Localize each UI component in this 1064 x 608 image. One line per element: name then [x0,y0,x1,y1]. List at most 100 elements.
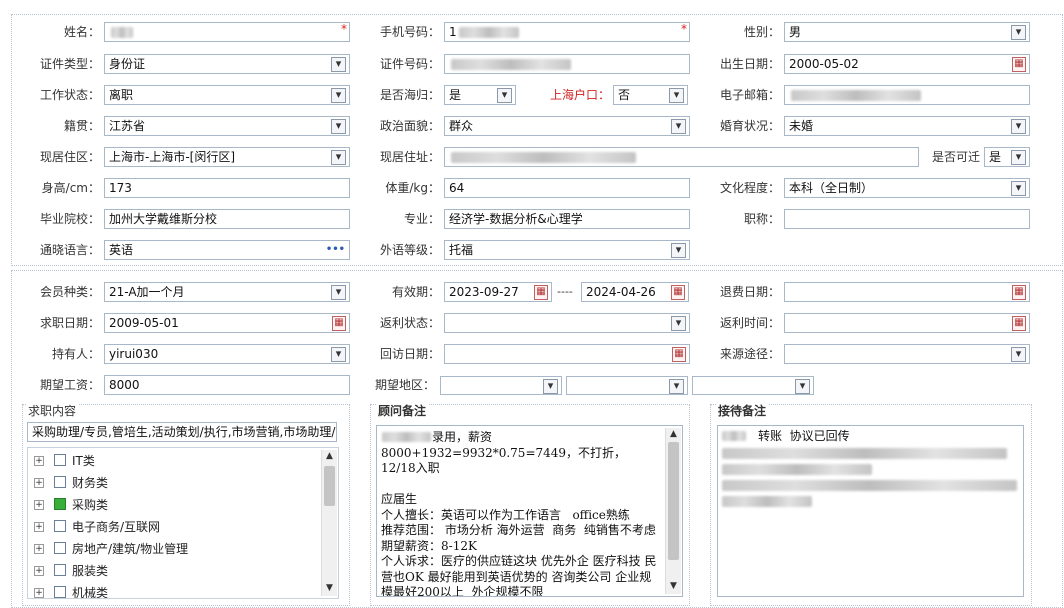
tree-checkbox[interactable] [54,520,66,532]
tree-item[interactable]: + 财务类 [34,474,314,492]
native-place-value: 江苏省 [109,119,146,133]
expand-icon[interactable]: + [34,522,44,532]
job-content-summary-value: 采购助理/专员,管培生,活动策划/执行,市场营销,市场助理/专员 [32,425,337,439]
gender-select[interactable]: 男 [784,22,1030,42]
birth-date-picker[interactable]: 2000-05-02 [784,54,1030,74]
advisor-note-scrollbar[interactable]: ▲ ▼ [665,428,681,594]
work-status-label: 工作状态： [39,88,100,102]
school-value: 加州大学戴维斯分校 [109,212,218,226]
marital-select[interactable]: 未婚 [784,116,1030,136]
expected-salary-label: 期望工资： [39,378,100,392]
gender-value: 男 [789,25,802,39]
job-date-picker[interactable]: 2009-05-01 [104,313,350,333]
expand-icon[interactable]: + [34,588,44,598]
expected-region-label: 期望地区： [374,378,435,392]
shanghai-hukou-label: 上海户口： [549,88,610,102]
job-content-summary-input[interactable]: 采购助理/专员,管培生,活动策划/执行,市场营销,市场助理/专员 [27,422,337,442]
relocate-select[interactable]: 是 [984,147,1030,167]
phone-input[interactable]: 1 [444,22,690,42]
political-select[interactable]: 群众 [444,116,690,136]
height-value: 173 [109,181,132,195]
tree-item[interactable]: + 机械类 [34,584,314,598]
email-input[interactable] [784,85,1030,105]
residence-area-select[interactable]: 上海市-上海市-[闵行区] [104,147,350,167]
tree-checkbox[interactable] [54,454,66,466]
tree-checkbox[interactable] [54,542,66,554]
tree-checkbox[interactable] [54,564,66,576]
tree-item[interactable]: + 采购类 [34,496,314,514]
rebate-status-select[interactable] [444,313,690,333]
id-no-input[interactable] [444,54,690,74]
returnee-value: 是 [449,88,462,102]
tree-item[interactable]: + 房地产/建筑/物业管理 [34,540,314,558]
expand-icon[interactable]: + [34,566,44,576]
source-select[interactable] [784,344,1030,364]
validity-separator: ---- [557,285,573,298]
advisor-note-textarea[interactable]: 录用，薪资8000+1932=9932*0.75=7449，不打折， 12/18… [376,425,683,597]
advisor-scroll-thumb[interactable] [668,442,679,560]
expected-salary-input[interactable]: 8000 [104,375,350,395]
expand-icon[interactable]: + [34,456,44,466]
major-value: 经济学-数据分析&心理学 [449,212,583,226]
name-input[interactable] [104,22,350,42]
native-place-label: 籍贯： [63,119,100,133]
scroll-down-icon[interactable]: ▼ [322,582,337,594]
id-type-select[interactable]: 身份证 [104,54,350,74]
validity-start-picker[interactable]: 2023-09-27 [444,282,552,302]
rebate-time-picker[interactable] [784,313,1030,333]
height-input[interactable]: 173 [104,178,350,198]
expand-icon[interactable]: + [34,500,44,510]
scroll-up-icon[interactable]: ▲ [322,450,337,462]
job-title-input[interactable] [784,209,1030,229]
tree-checkbox[interactable] [54,586,66,598]
work-status-value: 离职 [109,88,134,102]
education-label: 文化程度： [719,181,780,195]
tree-checkbox[interactable] [54,498,66,510]
region-district-select[interactable] [692,376,814,395]
name-required-mark: * [341,22,347,36]
job-category-tree: + IT类 + 财务类 + 采购类 + 电子商务/互联网 + 房地产/建筑/物业管理 + 服装类 + 机械… [27,447,339,599]
education-select[interactable]: 本科（全日制） [784,178,1030,198]
weight-value: 64 [449,181,465,195]
validity-end-picker[interactable]: 2024-04-26 [581,282,689,302]
foreign-level-select[interactable]: 托福 [444,240,690,260]
region-city-select[interactable] [566,376,688,395]
holder-select[interactable]: yirui030 [104,344,350,364]
advisor-scroll-down-icon[interactable]: ▼ [666,580,681,592]
refund-date-picker[interactable] [784,282,1030,302]
language-more-button[interactable]: ••• [326,241,345,259]
native-place-select[interactable]: 江苏省 [104,116,350,136]
address-input[interactable] [444,147,919,167]
shanghai-hukou-select[interactable]: 否 [613,85,688,105]
source-label: 来源途径： [719,347,780,361]
advisor-scroll-up-icon[interactable]: ▲ [666,428,681,440]
tree-item[interactable]: + 电子商务/互联网 [34,518,314,536]
education-value: 本科（全日制） [789,181,874,195]
tree-item-label: IT类 [72,454,95,468]
advisor-note-text: 录用，薪资8000+1932=9932*0.75=7449，不打折， 12/18… [381,430,657,597]
tree-checkbox[interactable] [54,476,66,488]
expand-icon[interactable]: + [34,544,44,554]
weight-input[interactable]: 64 [444,178,690,198]
birth-date-label: 出生日期： [719,57,780,71]
tree-scrollbar[interactable]: ▲ ▼ [321,450,337,596]
language-input[interactable]: 英语 ••• [104,240,350,260]
scroll-thumb[interactable] [324,466,335,506]
region-province-select[interactable] [440,376,562,395]
validity-label: 有效期： [391,285,440,299]
tree-item[interactable]: + 服装类 [34,562,314,580]
phone-prefix: 1 [449,25,457,39]
school-input[interactable]: 加州大学戴维斯分校 [104,209,350,229]
tree-item[interactable]: + IT类 [34,452,314,470]
major-input[interactable]: 经济学-数据分析&心理学 [444,209,690,229]
expand-icon[interactable]: + [34,478,44,488]
visit-date-picker[interactable] [444,344,690,364]
member-type-select[interactable]: 21-A加一个月 [104,282,350,302]
returnee-select[interactable]: 是 [444,85,516,105]
work-status-select[interactable]: 离职 [104,85,350,105]
holder-value: yirui030 [109,347,159,361]
height-label: 身高/cm： [41,181,100,195]
holder-label: 持有人： [51,347,100,361]
reception-note-textarea[interactable]: 转账 协议已回传 [717,425,1024,597]
id-type-label: 证件类型： [39,57,100,71]
